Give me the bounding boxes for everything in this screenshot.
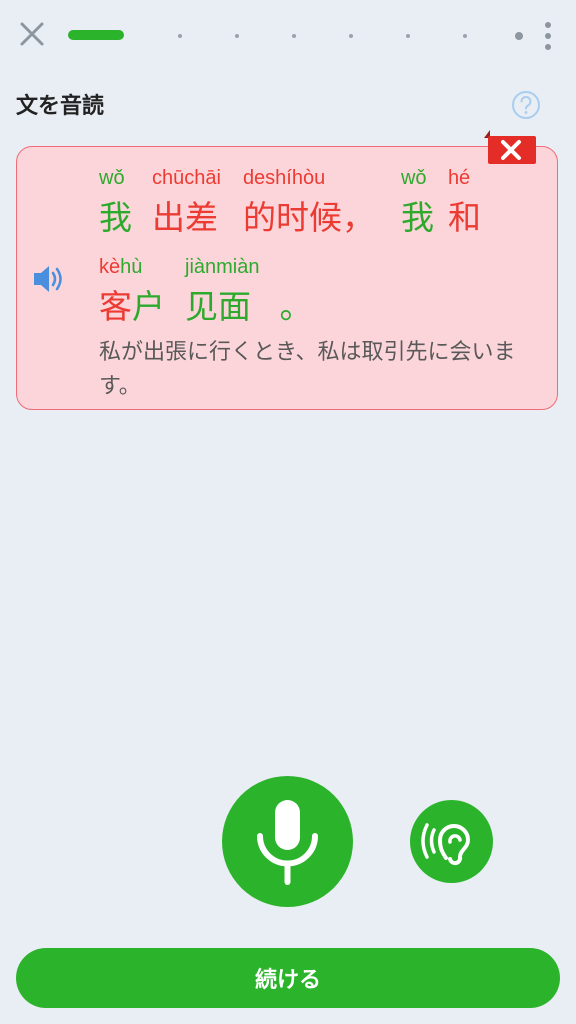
exercise-title: 文を音読 xyxy=(16,94,105,119)
record-button[interactable] xyxy=(222,776,353,907)
word-token: hé 和 xyxy=(448,167,481,241)
close-button[interactable] xyxy=(14,16,50,52)
hanzi-text: 出差 xyxy=(152,198,218,237)
word-token: wǒ 我 xyxy=(401,167,434,241)
hanzi-text: 。 xyxy=(279,287,313,326)
hanzi-text: 和 xyxy=(447,198,481,237)
punctuation-token: ， xyxy=(342,167,375,241)
progress-step xyxy=(349,34,353,38)
progress-step xyxy=(292,34,296,38)
word-token: deshíhòu 的时候 xyxy=(243,167,342,241)
hanzi-text: 我 xyxy=(400,198,434,237)
red-x-icon xyxy=(484,130,536,164)
help-button[interactable] xyxy=(511,90,541,120)
pinyin-text: hé xyxy=(447,167,471,189)
hanzi-text: 我 xyxy=(99,198,132,237)
pinyin-text: chūchāi xyxy=(152,167,221,189)
pinyin-text: deshíhòu xyxy=(242,167,326,189)
word-token: jiànmiàn 见面 xyxy=(185,256,259,330)
vertical-ellipsis-icon xyxy=(545,22,551,28)
pinyin-text: kèhù xyxy=(99,256,143,278)
close-icon xyxy=(20,22,44,46)
pinyin-text: jiànmiàn xyxy=(185,256,260,278)
more-options-button[interactable] xyxy=(540,20,556,52)
question-circle-icon xyxy=(512,91,540,119)
speaker-icon xyxy=(34,266,62,292)
progress-step xyxy=(235,34,239,38)
progress-step xyxy=(463,34,467,38)
word-token: kèhù 客户 xyxy=(99,256,165,330)
hanzi-text: 客户 xyxy=(99,287,165,326)
word-token: chūchāi 出差 xyxy=(152,167,221,241)
sentence-line-1: wǒ 我 chūchāi 出差 deshíhòu 的时候 ， wǒ 我 hé 和 xyxy=(99,167,481,241)
word-token: wǒ 我 xyxy=(99,167,132,241)
incorrect-badge xyxy=(484,130,538,166)
pinyin-text: wǒ xyxy=(400,167,427,189)
ear-icon xyxy=(421,823,471,866)
punctuation-token: 。 xyxy=(279,256,312,330)
listen-recording-button[interactable] xyxy=(410,800,493,883)
sentence-line-2: kèhù 客户 jiànmiàn 见面 。 xyxy=(99,256,312,330)
progress-step-final xyxy=(515,32,523,40)
hanzi-text: ， xyxy=(341,198,375,237)
progress-bar-fill xyxy=(68,30,124,40)
continue-button[interactable]: 続ける xyxy=(16,948,560,1008)
microphone-icon xyxy=(257,800,318,885)
top-bar xyxy=(0,0,576,70)
pinyin-text: wǒ xyxy=(99,167,125,189)
translation-text: 私が出張に行くとき、私は取引先に会います。 xyxy=(99,340,516,399)
progress-step xyxy=(406,34,410,38)
play-audio-button[interactable] xyxy=(30,260,68,298)
progress-step xyxy=(178,34,182,38)
hanzi-text: 的时候 xyxy=(242,198,342,237)
hanzi-text: 见面 xyxy=(185,287,251,326)
